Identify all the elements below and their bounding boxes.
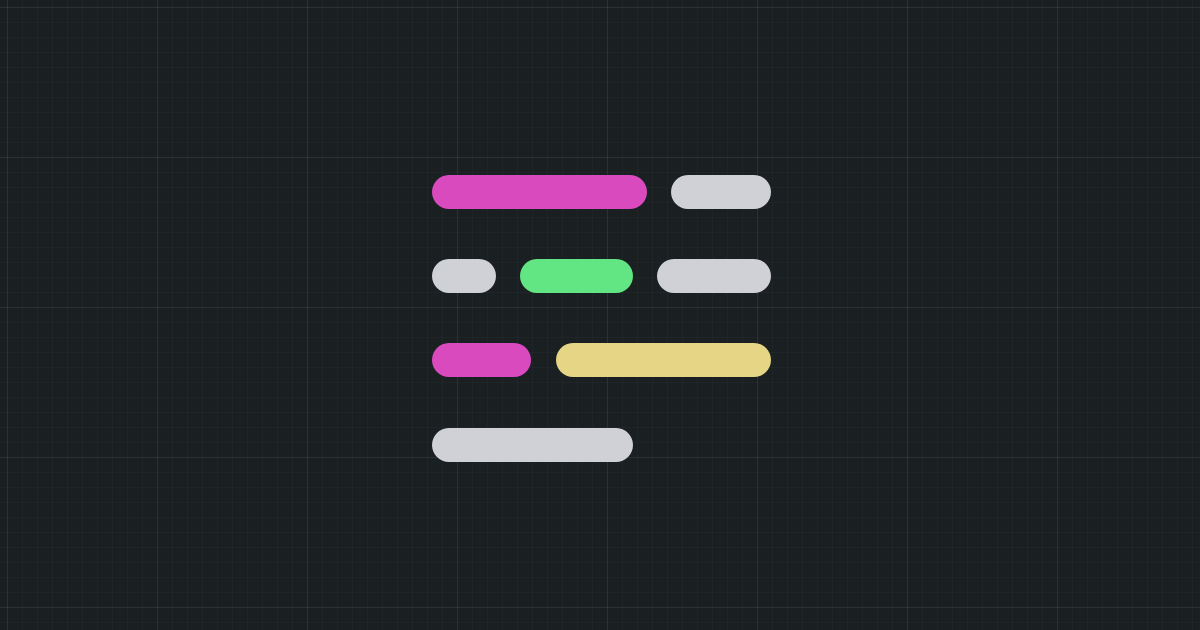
code-line-4 (432, 428, 771, 462)
code-token-gray (671, 175, 771, 209)
code-line-3 (432, 343, 771, 377)
code-token-green (520, 259, 633, 293)
code-lines-icon (432, 175, 771, 463)
code-token-yellow (556, 343, 771, 377)
code-token-gray (432, 259, 496, 293)
code-token-magenta (432, 175, 647, 209)
code-token-magenta (432, 343, 531, 377)
code-line-1 (432, 175, 771, 209)
grid-background (0, 0, 1200, 630)
code-token-gray (432, 428, 633, 462)
code-line-2 (432, 259, 771, 293)
code-token-gray (657, 259, 771, 293)
